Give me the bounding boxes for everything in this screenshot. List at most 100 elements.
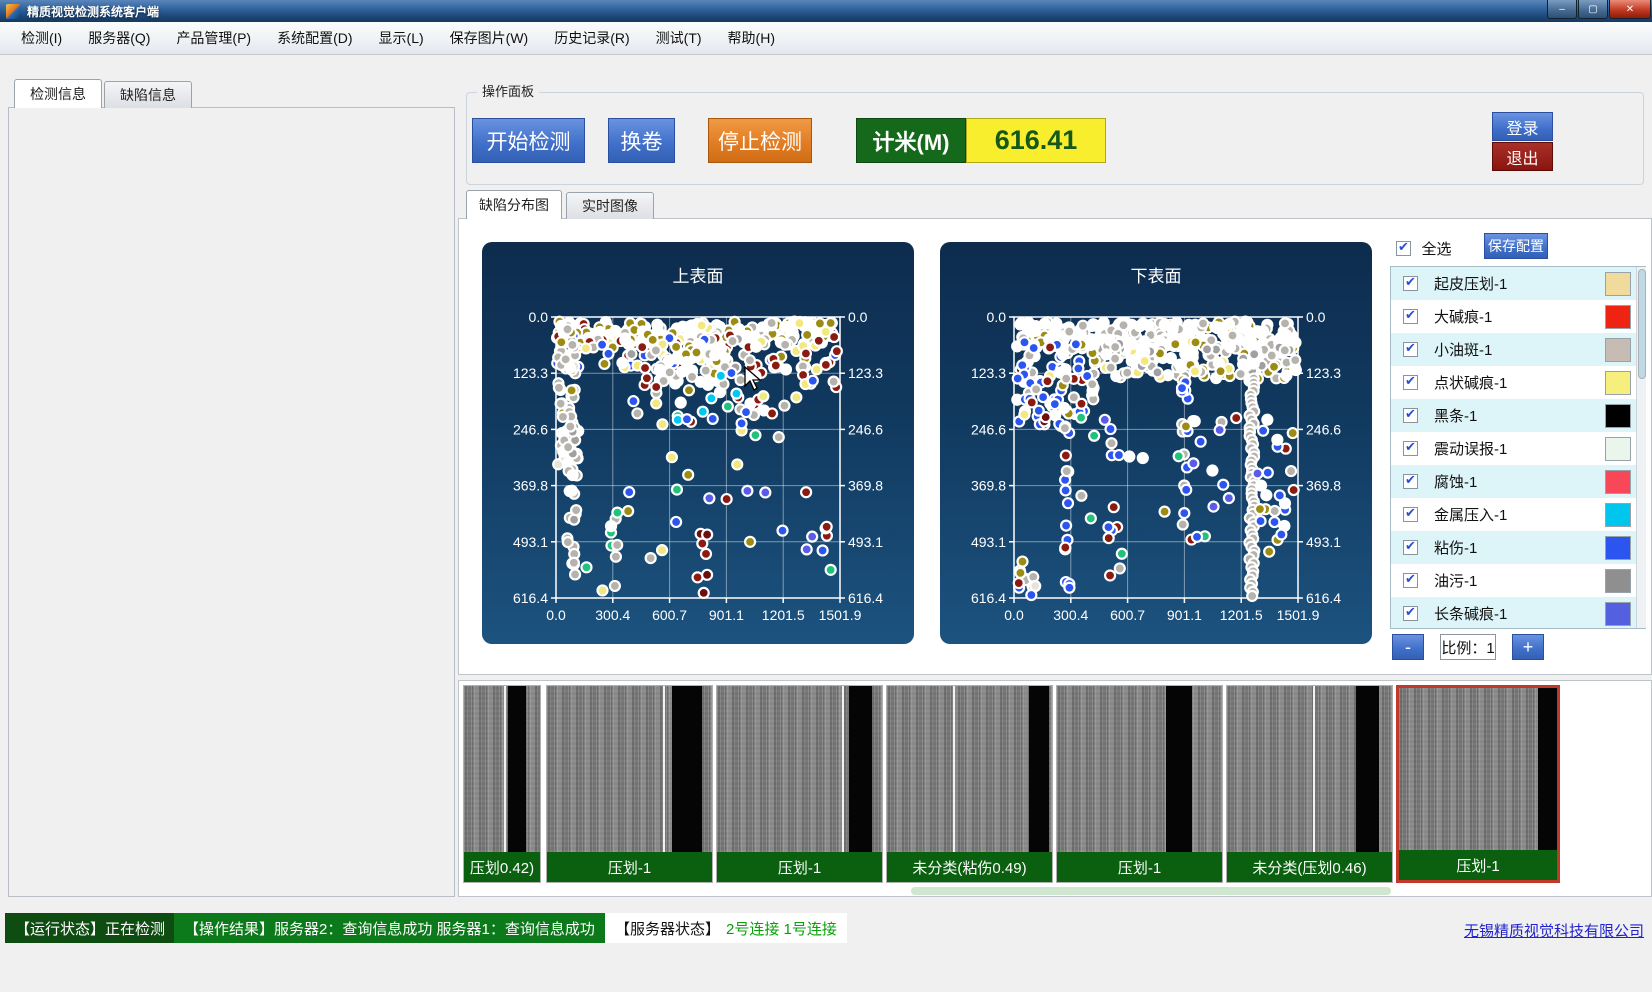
svg-text:123.3: 123.3	[848, 365, 883, 381]
defect-type-legend: ✔ 起皮压划-1 ✔ 大碱痕-1 ✔ 小油斑-1 ✔ 点状碱痕-1 ✔ 黑条-1	[1390, 266, 1646, 629]
thumbnail-scrollbar[interactable]	[911, 887, 1391, 895]
legend-item[interactable]: ✔ 大碱痕-1	[1391, 300, 1645, 333]
menu-item[interactable]: 服务器(Q)	[75, 24, 163, 52]
checkbox-icon[interactable]: ✔	[1403, 573, 1418, 588]
legend-item[interactable]: ✔ 油污-1	[1391, 564, 1645, 597]
tab-defect-distribution[interactable]: 缺陷分布图	[466, 190, 562, 219]
svg-text:246.6: 246.6	[1306, 421, 1341, 437]
legend-item[interactable]: ✔ 小油斑-1	[1391, 333, 1645, 366]
legend-item[interactable]: ✔ 腐蚀-1	[1391, 465, 1645, 498]
checkbox-icon[interactable]: ✔	[1403, 342, 1418, 357]
legend-item[interactable]: ✔ 黑条-1	[1391, 399, 1645, 432]
defect-thumbnail-label: 未分类(粘伤0.49)	[887, 852, 1052, 882]
checkbox-icon[interactable]: ✔	[1403, 408, 1418, 423]
window-title: 精质视觉检测系统客户端	[27, 3, 159, 20]
checkbox-icon[interactable]: ✔	[1403, 507, 1418, 522]
defect-thumbnail[interactable]: 未分类(压划0.46)	[1226, 685, 1393, 883]
defect-thumbnail-label: 压划-1	[717, 852, 882, 882]
menu-item[interactable]: 系统配置(D)	[264, 24, 365, 52]
legend-color-swatch	[1605, 272, 1631, 296]
left-tab-page	[8, 107, 455, 897]
defect-thumbnail[interactable]: 压划0.42)	[463, 685, 541, 883]
server-status-label: 【服务器状态】	[615, 918, 720, 939]
select-all-checkbox[interactable]: ✔ 全选	[1396, 238, 1451, 259]
legend-item[interactable]: ✔ 震动误报-1	[1391, 432, 1645, 465]
legend-scrollbar[interactable]	[1636, 267, 1646, 628]
scale-minus-button[interactable]: -	[1392, 634, 1424, 660]
scale-plus-button[interactable]: +	[1512, 634, 1544, 660]
svg-text:901.1: 901.1	[709, 607, 744, 623]
logout-button[interactable]: 退出	[1492, 142, 1553, 171]
mouse-cursor	[744, 366, 766, 392]
legend-item[interactable]: ✔ 长条碱痕-1	[1391, 597, 1645, 629]
menu-item[interactable]: 产品管理(P)	[163, 24, 264, 52]
legend-item[interactable]: ✔ 点状碱痕-1	[1391, 366, 1645, 399]
checkbox-icon[interactable]: ✔	[1403, 276, 1418, 291]
defect-white-line	[1313, 686, 1315, 852]
legend-color-swatch	[1605, 503, 1631, 527]
svg-text:246.6: 246.6	[971, 421, 1006, 437]
close-icon[interactable]: ✕	[1609, 0, 1651, 19]
chart-lower-surface: 下表面0.00.00.0123.3123.3300.4246.6246.6600…	[940, 242, 1372, 644]
menu-item[interactable]: 检测(I)	[8, 24, 75, 52]
svg-text:901.1: 901.1	[1167, 607, 1202, 623]
upper-surface-scatter: 上表面0.00.00.0123.3123.3300.4246.6246.6600…	[482, 242, 914, 644]
checkbox-icon[interactable]: ✔	[1403, 540, 1418, 555]
svg-text:1501.9: 1501.9	[819, 607, 862, 623]
legend-item[interactable]: ✔ 金属压入-1	[1391, 498, 1645, 531]
defect-thumbnail-image	[547, 686, 712, 852]
stop-detect-button[interactable]: 停止检测	[708, 118, 812, 163]
menu-item[interactable]: 保存图片(W)	[437, 24, 542, 52]
svg-text:0.0: 0.0	[848, 309, 868, 325]
defect-thumbnail[interactable]: 压划-1	[546, 685, 713, 883]
legend-color-swatch	[1605, 404, 1631, 428]
chart-upper-surface: 上表面0.00.00.0123.3123.3300.4246.6246.6600…	[482, 242, 914, 644]
maximize-icon[interactable]: ▢	[1578, 0, 1608, 19]
defect-black-bar	[1029, 686, 1049, 852]
operation-panel-label: 操作面板	[477, 84, 539, 100]
svg-text:300.4: 300.4	[595, 607, 630, 623]
legend-color-swatch	[1605, 569, 1631, 593]
login-button[interactable]: 登录	[1492, 112, 1553, 141]
svg-text:0.0: 0.0	[1306, 309, 1326, 325]
svg-text:600.7: 600.7	[1110, 607, 1145, 623]
checkbox-icon[interactable]: ✔	[1403, 309, 1418, 324]
svg-text:616.4: 616.4	[513, 590, 548, 606]
svg-text:123.3: 123.3	[513, 365, 548, 381]
minimize-icon[interactable]: –	[1547, 0, 1577, 19]
defect-thumbnail-label: 压划-1	[1057, 852, 1222, 882]
menu-item[interactable]: 帮助(H)	[715, 24, 788, 52]
defect-thumbnail[interactable]: 压划-1	[716, 685, 883, 883]
checkbox-icon[interactable]: ✔	[1403, 375, 1418, 390]
checkbox-icon[interactable]: ✔	[1403, 474, 1418, 489]
legend-item[interactable]: ✔ 粘伤-1	[1391, 531, 1645, 564]
tab-detect-info[interactable]: 检测信息	[14, 79, 102, 108]
save-config-button[interactable]: 保存配置	[1484, 233, 1548, 259]
checkbox-icon[interactable]: ✔	[1403, 441, 1418, 456]
menu-item[interactable]: 显示(L)	[366, 24, 437, 52]
checkbox-icon: ✔	[1396, 241, 1411, 256]
defect-thumbnail[interactable]: 压划-1	[1396, 685, 1560, 883]
start-detect-button[interactable]: 开始检测	[472, 118, 585, 163]
svg-text:369.8: 369.8	[513, 478, 548, 494]
defect-thumbnail-label: 压划-1	[1399, 850, 1557, 880]
menu-item[interactable]: 测试(T)	[643, 24, 715, 52]
legend-item-label: 起皮压划-1	[1434, 273, 1605, 294]
meter-label: 计米(M)	[856, 118, 966, 163]
menu-item[interactable]: 历史记录(R)	[541, 24, 642, 52]
checkbox-icon[interactable]: ✔	[1403, 606, 1418, 621]
svg-text:123.3: 123.3	[971, 365, 1006, 381]
defect-thumbnail[interactable]: 未分类(粘伤0.49)	[886, 685, 1053, 883]
tab-defect-info[interactable]: 缺陷信息	[104, 81, 192, 108]
company-link[interactable]: 无锡精质视觉科技有限公司	[1464, 920, 1644, 941]
change-roll-button[interactable]: 换卷	[608, 118, 675, 163]
legend-scrollbar-thumb[interactable]	[1638, 269, 1646, 379]
svg-text:600.7: 600.7	[652, 607, 687, 623]
legend-item-label: 油污-1	[1434, 570, 1605, 591]
defect-thumbnail[interactable]: 压划-1	[1056, 685, 1223, 883]
svg-text:246.6: 246.6	[513, 421, 548, 437]
tab-realtime-image[interactable]: 实时图像	[566, 192, 654, 219]
legend-item[interactable]: ✔ 起皮压划-1	[1391, 267, 1645, 300]
svg-text:369.8: 369.8	[1306, 478, 1341, 494]
svg-text:1201.5: 1201.5	[762, 607, 805, 623]
